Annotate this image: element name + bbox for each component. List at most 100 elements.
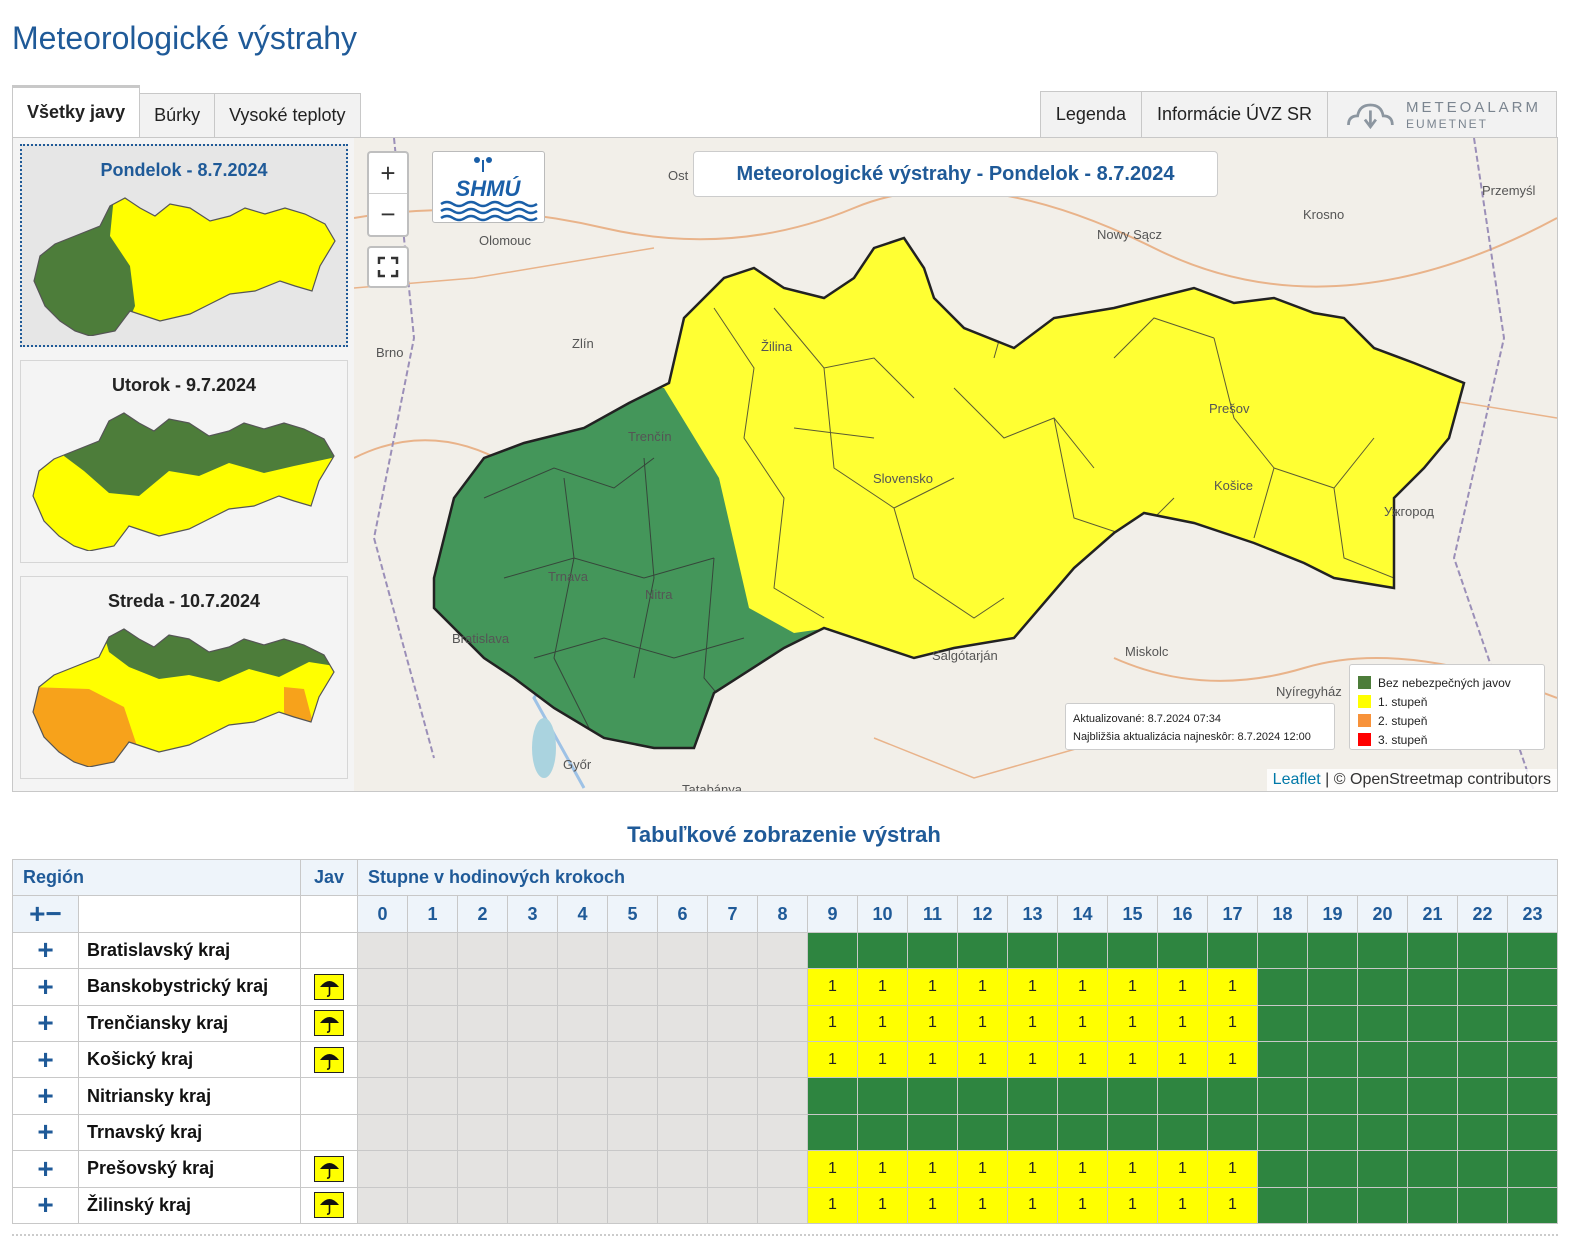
- expand-collapse-all-button[interactable]: +−: [12, 895, 79, 933]
- legend-tab[interactable]: Legenda: [1039, 91, 1142, 137]
- umbrella-icon[interactable]: [314, 1192, 344, 1219]
- legend-label: 2. stupeň: [1378, 713, 1428, 728]
- hour-cell-level-1: 1: [1207, 1004, 1258, 1042]
- hour-header: 17: [1207, 895, 1258, 933]
- tab-high-temperatures[interactable]: Vysoké teploty: [214, 93, 361, 137]
- hour-cell-level-1: 1: [857, 1004, 908, 1042]
- hour-cell-no-data: [657, 931, 708, 970]
- hour-cell-no-warning: [1207, 931, 1258, 970]
- table-row: + Prešovský kraj 1 1 1 1 1 1 1 1 1: [12, 1150, 1558, 1188]
- hour-cell-no-warning: [1307, 968, 1358, 1006]
- zoom-out-button[interactable]: −: [369, 194, 407, 235]
- meteoalarm-link[interactable]: METEOALARM EUMETNET: [1327, 91, 1557, 137]
- umbrella-icon[interactable]: [314, 1155, 344, 1182]
- phenomenon-cell: [300, 1150, 358, 1188]
- hour-cell-no-data: [507, 1150, 558, 1188]
- hour-cell-no-warning: [1357, 1040, 1408, 1079]
- hour-cell-no-data: [757, 1113, 808, 1152]
- hour-cell-no-warning: [1507, 968, 1558, 1006]
- hour-cell-no-data: [407, 931, 458, 970]
- umbrella-icon[interactable]: [314, 1010, 344, 1037]
- place-label: Žilina: [761, 339, 793, 354]
- legend-swatch: [1358, 733, 1371, 746]
- shmu-logo-graphic: SHMÚ: [440, 157, 538, 222]
- blank-header: [78, 895, 301, 933]
- table-row: + Košický kraj 1 1 1 1 1 1 1 1 1: [12, 1040, 1558, 1079]
- expand-row-button[interactable]: +: [12, 1004, 79, 1042]
- hour-cell-no-warning: [1407, 1113, 1458, 1152]
- expand-row-button[interactable]: +: [12, 931, 79, 970]
- hour-cell-no-warning: [857, 1077, 908, 1115]
- umbrella-icon[interactable]: [314, 973, 344, 1000]
- expand-row-button[interactable]: +: [12, 968, 79, 1006]
- hour-header: 0: [357, 895, 408, 933]
- header-hourly-levels: Stupne v hodinových krokoch: [357, 858, 1558, 897]
- legend-swatch: [1358, 714, 1371, 727]
- hour-cell-no-data: [607, 1150, 658, 1188]
- zoom-control: + −: [367, 151, 409, 237]
- hour-cell-no-warning: [1357, 968, 1408, 1006]
- warning-map[interactable]: Olomouc Zlín Brno Trenčín Žilina Trnava …: [354, 138, 1557, 791]
- tab-all-phenomena[interactable]: Všetky javy: [12, 85, 141, 137]
- hour-cell-level-1: 1: [907, 1150, 958, 1188]
- leaflet-link[interactable]: Leaflet: [1273, 771, 1321, 788]
- hour-cell-no-data: [457, 968, 508, 1006]
- hour-cell-no-warning: [1307, 931, 1358, 970]
- hour-cell-no-data: [457, 1150, 508, 1188]
- expand-row-button[interactable]: +: [12, 1040, 79, 1079]
- hour-cell-no-data: [457, 1004, 508, 1042]
- expand-row-button[interactable]: +: [12, 1113, 79, 1152]
- day-card-wednesday[interactable]: Streda - 10.7.2024: [20, 576, 348, 779]
- hour-cell-level-1: 1: [957, 1004, 1008, 1042]
- hour-cell-level-1: 1: [1007, 1150, 1058, 1188]
- hour-cell-no-data: [707, 1077, 758, 1115]
- region-name: Nitriansky kraj: [78, 1077, 301, 1115]
- place-label: Trenčín: [628, 429, 672, 444]
- expand-row-button[interactable]: +: [12, 1077, 79, 1115]
- day-card-monday[interactable]: Pondelok - 8.7.2024: [20, 144, 348, 347]
- hour-cell-no-warning: [1307, 1040, 1358, 1079]
- hour-cell-level-1: 1: [807, 1186, 858, 1224]
- hour-cell-level-1: 1: [857, 1150, 908, 1188]
- hour-cell-no-warning: [1507, 1186, 1558, 1224]
- hour-cell-no-warning: [1257, 1040, 1308, 1079]
- region-name: Banskobystrický kraj: [78, 968, 301, 1006]
- day-card-tuesday[interactable]: Utorok - 9.7.2024: [20, 360, 348, 563]
- hour-cell-no-warning: [1357, 1077, 1408, 1115]
- hour-cell-level-1: 1: [1207, 968, 1258, 1006]
- hour-header: 21: [1407, 895, 1458, 933]
- shmu-logo[interactable]: SHMÚ: [432, 151, 545, 223]
- tab-storms[interactable]: Búrky: [139, 93, 216, 137]
- hour-cell-no-data: [557, 931, 608, 970]
- hour-cell-level-1: 1: [957, 1186, 1008, 1224]
- hour-header: 3: [507, 895, 558, 933]
- hour-cell-level-1: 1: [1057, 1150, 1108, 1188]
- day-title: Pondelok - 8.7.2024: [100, 160, 268, 180]
- page-title: Meteorologické výstrahy: [12, 20, 358, 56]
- hour-cell-no-warning: [1457, 1186, 1508, 1224]
- hour-cell-no-data: [657, 1186, 708, 1224]
- expand-row-button[interactable]: +: [12, 1186, 79, 1224]
- zoom-in-button[interactable]: +: [369, 153, 407, 194]
- bottom-divider: [12, 1234, 1558, 1236]
- fullscreen-button[interactable]: [367, 246, 409, 288]
- expand-row-button[interactable]: +: [12, 1150, 79, 1188]
- hour-cell-no-warning: [1157, 931, 1208, 970]
- hour-cell-no-warning: [1357, 931, 1408, 970]
- hour-header: 12: [957, 895, 1008, 933]
- hour-cell-no-data: [607, 1004, 658, 1042]
- hour-cell-no-data: [457, 1186, 508, 1224]
- hour-cell-no-warning: [907, 931, 958, 970]
- hour-cell-level-1: 1: [1157, 1004, 1208, 1042]
- hour-cell-level-1: 1: [807, 1004, 858, 1042]
- hour-cell-no-data: [607, 1040, 658, 1079]
- hour-cell-no-warning: [1407, 931, 1458, 970]
- hour-cell-level-1: 1: [1057, 1040, 1108, 1079]
- hour-cell-no-warning: [1507, 1040, 1558, 1079]
- info-uvz-tab[interactable]: Informácie ÚVZ SR: [1140, 91, 1328, 137]
- hour-cell-no-data: [357, 968, 408, 1006]
- region-name: Prešovský kraj: [78, 1150, 301, 1188]
- umbrella-icon[interactable]: [314, 1046, 344, 1073]
- hour-header: 2: [457, 895, 508, 933]
- hour-cell-no-data: [407, 1186, 458, 1224]
